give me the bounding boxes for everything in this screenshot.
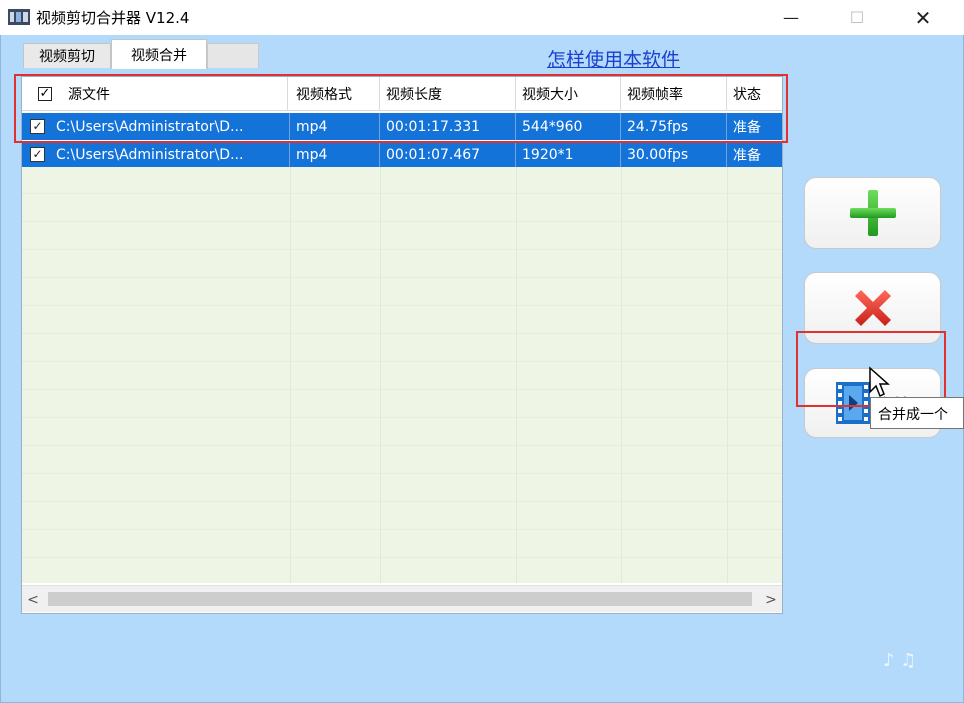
scroll-right-arrow[interactable]: > <box>760 586 782 613</box>
cell-size: 1920*1 <box>516 141 621 168</box>
cell-length: 00:01:07.467 <box>380 141 516 168</box>
table-header: ✓ 源文件 视频格式 视频长度 视频大小 视频帧率 状态 <box>22 77 782 111</box>
cell-fps: 24.75fps <box>621 113 727 140</box>
cell-format: mp4 <box>290 141 380 168</box>
help-link[interactable]: 怎样使用本软件 <box>547 45 680 72</box>
tab-strip-filler <box>207 43 259 68</box>
table-row[interactable]: ✓ C:\Users\Administrator\D... mp4 00:01:… <box>22 113 782 140</box>
header-length[interactable]: 视频长度 <box>380 77 516 111</box>
window-title: 视频剪切合并器 V12.4 <box>36 9 190 27</box>
header-size[interactable]: 视频大小 <box>516 77 621 111</box>
header-format[interactable]: 视频格式 <box>290 77 380 111</box>
row-checkbox[interactable]: ✓ <box>30 119 45 134</box>
header-status[interactable]: 状态 <box>727 77 782 111</box>
horizontal-scrollbar[interactable]: < > <box>22 585 782 612</box>
scroll-thumb[interactable] <box>48 592 752 606</box>
cell-status: 准备 <box>733 119 761 136</box>
close-button[interactable]: ✕ <box>900 0 946 35</box>
cell-fps: 30.00fps <box>621 141 727 168</box>
add-file-button[interactable] <box>804 177 941 249</box>
header-source-file[interactable]: 源文件 <box>62 77 288 111</box>
cell-length: 00:01:17.331 <box>380 113 516 140</box>
table-empty-area <box>22 167 782 583</box>
cell-status: 准备 <box>733 147 761 164</box>
header-fps[interactable]: 视频帧率 <box>621 77 727 111</box>
mouse-cursor-icon <box>869 366 890 398</box>
minimize-button[interactable]: — <box>768 0 814 35</box>
title-bar: 视频剪切合并器 V12.4 — ☐ ✕ <box>0 0 964 35</box>
table-row[interactable]: ✓ C:\Users\Administrator\D... mp4 00:01:… <box>22 141 782 168</box>
maximize-button[interactable]: ☐ <box>834 0 880 35</box>
select-all-checkbox[interactable]: ✓ <box>38 87 52 101</box>
cell-file: C:\Users\Administrator\D... <box>50 113 290 140</box>
film-play-icon <box>835 382 870 424</box>
plus-icon <box>849 190 896 236</box>
file-table: ✓ 源文件 视频格式 视频长度 视频大小 视频帧率 状态 ✓ C:\Users\… <box>21 76 783 614</box>
x-icon <box>854 290 891 326</box>
tab-video-merge[interactable]: 视频合并 <box>111 39 207 69</box>
cell-file: C:\Users\Administrator\D... <box>50 141 290 168</box>
client-area: 视频剪切 视频合并 怎样使用本软件 ✓ 源文件 视频格式 视频长度 视频大小 视… <box>0 35 964 703</box>
watermark: ♪ ♫ <box>883 650 917 671</box>
app-icon <box>8 9 30 25</box>
tab-video-cut[interactable]: 视频剪切 <box>23 43 111 68</box>
row-checkbox[interactable]: ✓ <box>30 147 45 162</box>
cell-format: mp4 <box>290 113 380 140</box>
scroll-left-arrow[interactable]: < <box>22 586 44 613</box>
delete-file-button[interactable] <box>804 272 941 344</box>
merge-tooltip: 合并成一个 <box>870 397 964 429</box>
cell-size: 544*960 <box>516 113 621 140</box>
